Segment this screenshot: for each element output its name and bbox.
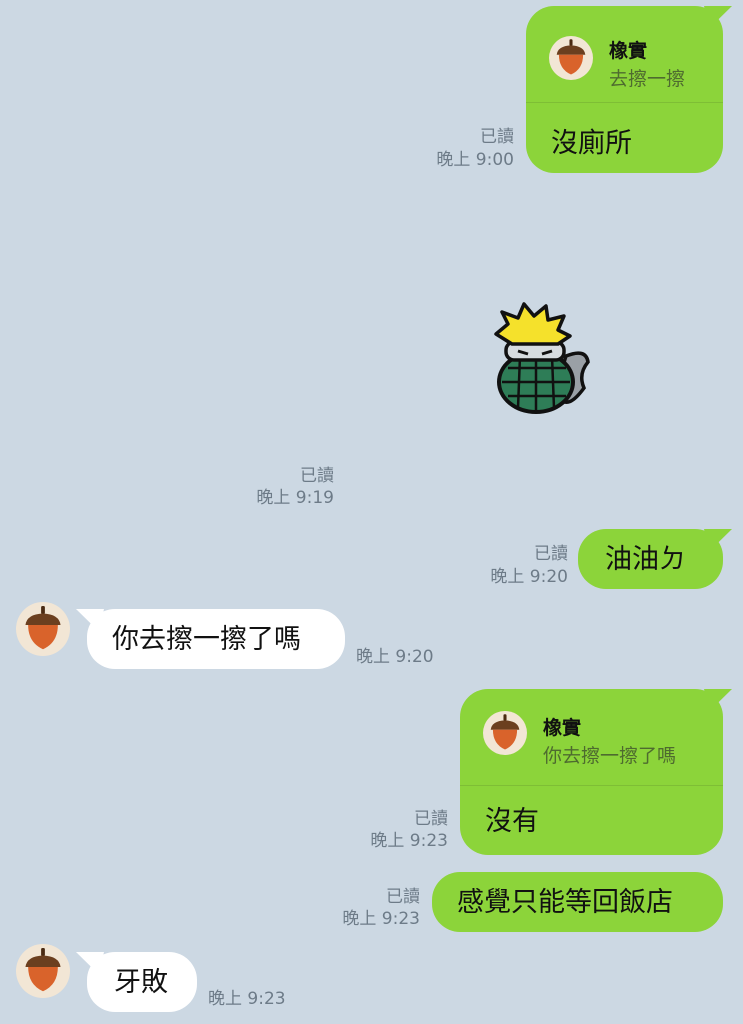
sticker[interactable] (488, 302, 598, 420)
message-text: 油油ㄉ (605, 544, 686, 575)
message-bubble-sent[interactable]: 感覺只能等回飯店 (432, 872, 723, 932)
reply-preview[interactable]: 橡實 去擦一擦 (526, 6, 723, 103)
acorn-icon (16, 602, 70, 656)
read-receipt: 已讀 (386, 887, 420, 907)
read-receipt: 已讀 (300, 466, 334, 486)
read-receipt: 已讀 (480, 127, 514, 147)
message-time: 晚上 9:23 (370, 831, 448, 851)
message-bubble-received[interactable]: 你去擦一擦了嗎 (87, 609, 345, 669)
reply-quote-text: 去擦一擦 (609, 68, 686, 90)
message-text: 牙敗 (114, 967, 168, 998)
avatar (549, 36, 593, 80)
message-time: 晚上 9:23 (208, 989, 286, 1009)
message-bubble-sent[interactable]: 橡實 去擦一擦 沒廁所 (526, 6, 723, 173)
chat-screen: { "chat": { "messages": [ { "id": "m1", … (0, 0, 743, 1024)
reply-sender-name: 橡實 (543, 717, 582, 739)
acorn-icon (483, 711, 527, 755)
message-time: 晚上 9:00 (436, 150, 514, 170)
message-bubble-sent[interactable]: 橡實 你去擦一擦了嗎 沒有 (460, 689, 723, 855)
message-time: 晚上 9:20 (490, 567, 568, 587)
message-text: 沒有 (485, 806, 539, 837)
message-time: 晚上 9:20 (356, 647, 434, 667)
avatar (483, 711, 527, 755)
message-time: 晚上 9:19 (256, 488, 334, 508)
read-receipt: 已讀 (414, 809, 448, 829)
acorn-icon (549, 36, 593, 80)
reply-preview[interactable]: 橡實 你去擦一擦了嗎 (460, 689, 723, 786)
message-text: 感覺只能等回飯店 (457, 887, 673, 918)
message-text: 你去擦一擦了嗎 (112, 624, 301, 655)
avatar[interactable] (16, 602, 70, 656)
avatar[interactable] (16, 944, 70, 998)
reply-sender-name: 橡實 (609, 40, 648, 62)
message-bubble-received[interactable]: 牙敗 (87, 952, 197, 1012)
message-time: 晚上 9:23 (342, 909, 420, 929)
acorn-icon (16, 944, 70, 998)
grenade-character-sticker (494, 302, 590, 414)
message-bubble-sent[interactable]: 油油ㄉ (578, 529, 723, 589)
reply-quote-text: 你去擦一擦了嗎 (543, 745, 677, 767)
read-receipt: 已讀 (534, 544, 568, 564)
message-text: 沒廁所 (551, 128, 632, 159)
